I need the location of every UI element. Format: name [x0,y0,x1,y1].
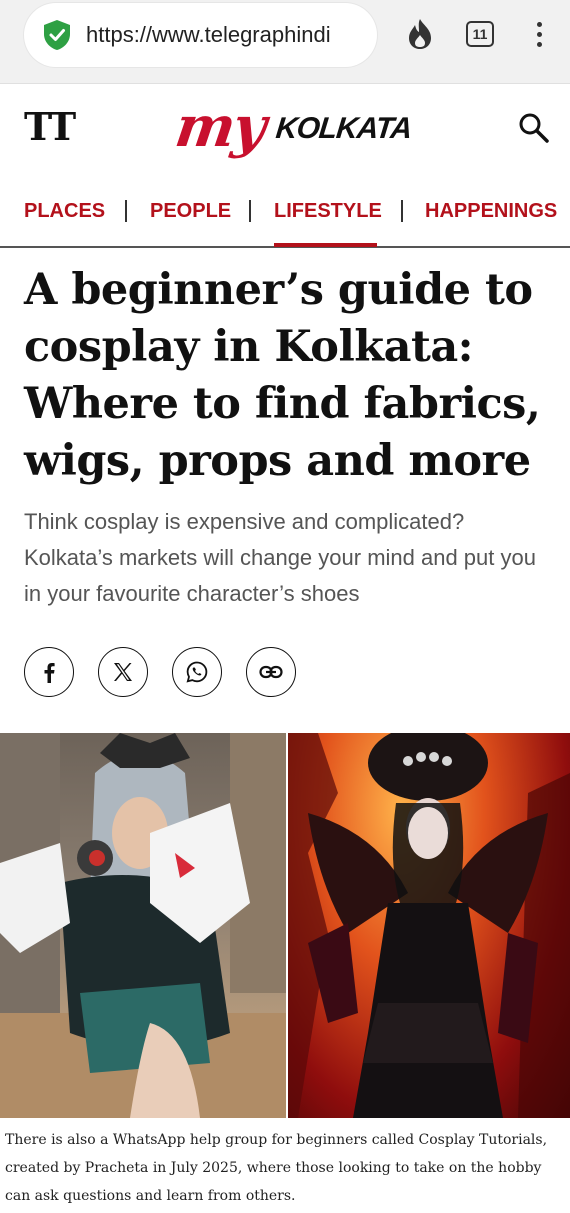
active-nav-indicator [274,243,377,247]
article-dek: Think cosplay is expensive and complicat… [24,509,536,606]
section-nav: PLACES PEOPLE LIFESTYLE HAPPENINGS [0,184,570,248]
my-kolkata-logo[interactable]: my KOLKATA [171,94,426,176]
url-text: https://www.telegraphindi [86,22,331,47]
brand-kolkata: KOLKATA [274,112,413,145]
whatsapp-icon [186,661,208,683]
flame-icon[interactable] [402,14,438,54]
nav-separator [249,200,251,222]
tab-switcher-button[interactable]: 11 [462,14,498,54]
tt-logo[interactable]: TT [24,104,76,149]
nav-places[interactable]: PLACES [24,200,105,223]
search-icon[interactable] [516,110,552,146]
browser-toolbar: https://www.telegraphindi 11 [0,0,570,84]
nav-happenings[interactable]: HAPPENINGS [425,200,557,223]
copy-link-button[interactable] [246,647,296,697]
site-header: TT my KOLKATA [0,84,570,184]
nav-separator [401,200,403,222]
share-whatsapp-button[interactable] [172,647,222,697]
brand-my: my [171,94,269,160]
article-photo-right [288,733,570,1118]
address-bar[interactable]: https://www.telegraphindi [24,3,377,67]
article-photo-left [0,733,286,1118]
photo-caption: There is also a WhatsApp help group for … [5,1132,548,1204]
link-icon [259,665,283,679]
x-icon [114,663,132,681]
share-x-button[interactable] [98,647,148,697]
facebook-icon [44,663,55,683]
kebab-menu-icon[interactable] [526,14,552,54]
secure-shield-icon [44,20,70,50]
nav-lifestyle[interactable]: LIFESTYLE [274,200,382,223]
share-facebook-button[interactable] [24,647,74,697]
nav-separator [125,200,127,222]
nav-people[interactable]: PEOPLE [150,200,231,223]
article-headline: A beginner’s guide to cosplay in Kolkata… [24,265,541,486]
tab-count: 11 [466,21,494,47]
